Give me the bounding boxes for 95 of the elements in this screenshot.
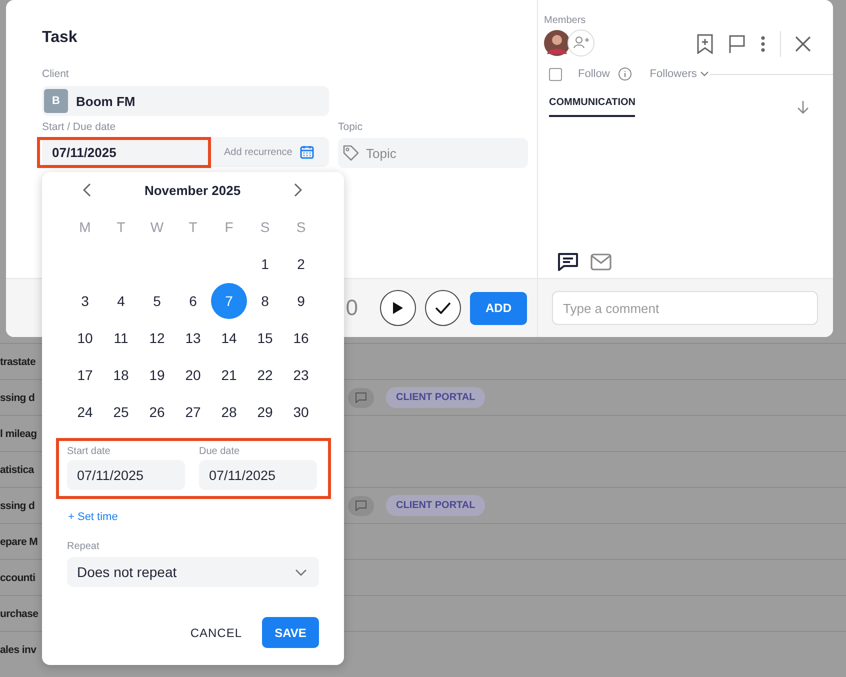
- save-button[interactable]: SAVE: [262, 617, 319, 648]
- bookmark-plus-icon[interactable]: [696, 34, 714, 54]
- add-member-icon[interactable]: [567, 29, 595, 57]
- weekday-label: T: [116, 218, 126, 236]
- calendar-day[interactable]: 18: [103, 356, 139, 392]
- calendar-day[interactable]: 23: [283, 356, 319, 392]
- start-date-field[interactable]: 07/11/2025: [67, 460, 185, 490]
- weekday-label: S: [295, 218, 307, 236]
- calendar-day[interactable]: 27: [175, 394, 211, 430]
- calendar-day[interactable]: 19: [139, 356, 175, 392]
- comment-icon: [348, 388, 374, 408]
- date-field[interactable]: 07/11/2025: [37, 136, 211, 168]
- task-title-fragment: ccounti: [0, 572, 36, 584]
- calendar-day[interactable]: 9: [283, 282, 319, 318]
- next-month-icon[interactable]: [294, 183, 302, 197]
- field-label: Due date: [199, 446, 241, 457]
- calendar-day[interactable]: 7: [211, 282, 247, 318]
- field-label: Start / Due date: [42, 121, 117, 133]
- calendar-day[interactable]: 4: [103, 282, 139, 318]
- task-title-fragment: atistica: [0, 464, 36, 476]
- avatar[interactable]: [544, 30, 570, 56]
- calendar-day[interactable]: 17: [67, 356, 103, 392]
- task-title-fragment: ssing d: [0, 392, 36, 404]
- task-title-fragment: epare M: [0, 536, 39, 548]
- follow-label: Follow: [578, 68, 610, 80]
- calendar-day[interactable]: 22: [247, 356, 283, 392]
- calendar-day[interactable]: 20: [175, 356, 211, 392]
- task-title-fragment: trastate: [0, 356, 37, 368]
- calendar-day[interactable]: 2: [283, 246, 319, 282]
- complete-button[interactable]: [425, 290, 461, 326]
- mail-icon[interactable]: [590, 253, 612, 271]
- calendar-day[interactable]: 26: [139, 394, 175, 430]
- chevron-down-icon[interactable]: [700, 71, 709, 77]
- portal-tag: CLIENT PORTAL: [386, 495, 486, 516]
- timer-fragment: 0: [346, 295, 358, 321]
- chevron-down-icon: [295, 568, 307, 576]
- members-label: Members: [544, 15, 587, 26]
- calendar-day[interactable]: 25: [103, 394, 139, 430]
- play-icon: [392, 301, 404, 315]
- previous-month-icon[interactable]: [83, 183, 91, 197]
- comment-field[interactable]: Type a comment: [552, 291, 818, 325]
- weekday-label: T: [188, 218, 198, 236]
- calendar-day[interactable]: 29: [247, 394, 283, 430]
- calendar-day[interactable]: 10: [67, 320, 103, 356]
- info-icon[interactable]: [618, 67, 632, 81]
- flag-icon[interactable]: [728, 34, 746, 54]
- calendar-day[interactable]: 8: [247, 282, 283, 318]
- add-button[interactable]: ADD: [470, 292, 527, 324]
- task-title-fragment: l mileag: [0, 428, 38, 440]
- tag-icon: [342, 144, 360, 162]
- calendar-day[interactable]: 14: [211, 320, 247, 356]
- play-button[interactable]: [380, 290, 416, 326]
- field-label: Topic: [338, 121, 364, 133]
- calendar-day[interactable]: 30: [283, 394, 319, 430]
- calendar-day[interactable]: 16: [283, 320, 319, 356]
- calendar-day[interactable]: 11: [103, 320, 139, 356]
- calendar-day[interactable]: 6: [175, 282, 211, 318]
- weekday-label: M: [78, 218, 92, 236]
- client-avatar: B: [44, 89, 68, 113]
- calendar-day[interactable]: 1: [247, 246, 283, 282]
- set-time-link[interactable]: + Set time: [68, 511, 118, 523]
- portal-tag: CLIENT PORTAL: [386, 387, 486, 408]
- field-label: Client: [42, 68, 70, 80]
- calendar-day[interactable]: 3: [67, 282, 103, 318]
- weekday-label: F: [224, 218, 234, 236]
- calendar-day[interactable]: 5: [139, 282, 175, 318]
- calendar-icon[interactable]: [300, 145, 314, 159]
- weekday-label: W: [149, 218, 165, 236]
- field-label: Start date: [67, 446, 112, 457]
- dialog-title: Task: [42, 28, 78, 48]
- follow-checkbox[interactable]: [549, 68, 562, 80]
- weekday-label: S: [259, 218, 271, 236]
- repeat-select[interactable]: Does not repeat: [67, 557, 319, 587]
- field-label: Repeat: [67, 541, 100, 552]
- comment-icon: [348, 496, 374, 516]
- calendar-day[interactable]: 12: [139, 320, 175, 356]
- more-icon[interactable]: [760, 35, 766, 53]
- chat-icon[interactable]: [557, 252, 579, 272]
- task-title-fragment: urchase: [0, 608, 40, 620]
- close-icon[interactable]: [795, 36, 811, 52]
- communication-tab[interactable]: COMMUNICATION: [549, 97, 636, 117]
- cancel-button[interactable]: CANCEL: [184, 624, 248, 640]
- calendar-day[interactable]: 24: [67, 394, 103, 430]
- calendar-day[interactable]: 13: [175, 320, 211, 356]
- client-name: Boom FM: [76, 94, 136, 108]
- calendar-day[interactable]: 28: [211, 394, 247, 430]
- check-icon: [435, 302, 451, 314]
- month-title: November 2025: [144, 182, 241, 198]
- task-title-fragment: ales inv: [0, 644, 38, 656]
- arrow-down-icon[interactable]: [797, 100, 809, 114]
- task-title-fragment: ssing d: [0, 500, 36, 512]
- due-date-field[interactable]: 07/11/2025: [199, 460, 317, 490]
- client-field[interactable]: B Boom FM: [42, 86, 329, 116]
- calendar-day[interactable]: 21: [211, 356, 247, 392]
- calendar-day[interactable]: 15: [247, 320, 283, 356]
